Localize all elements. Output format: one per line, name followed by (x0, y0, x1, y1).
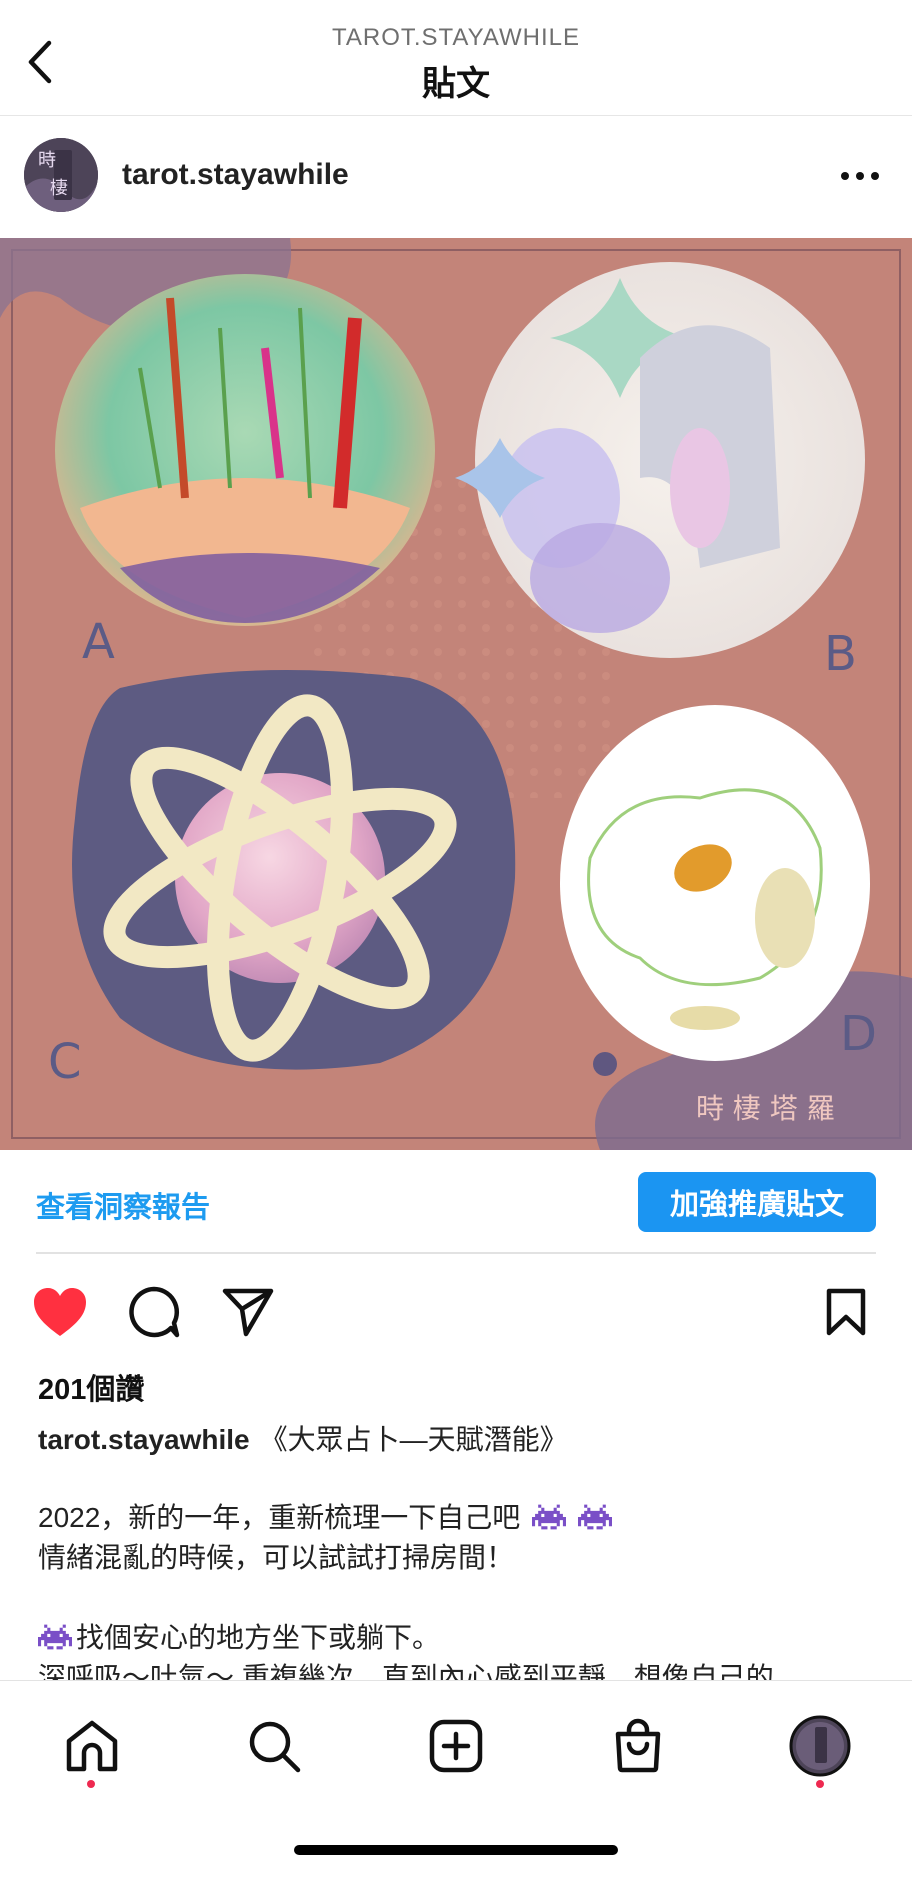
caption-line-3: 找個安心的地方坐下或躺下。 (76, 1622, 441, 1653)
search-icon (249, 1721, 301, 1773)
comment-icon (129, 1286, 180, 1338)
card-d-illustration (560, 705, 870, 1061)
like-button[interactable] (30, 1282, 90, 1342)
card-label-c: C (48, 1034, 82, 1090)
home-icon (66, 1720, 118, 1772)
share-button[interactable] (218, 1282, 278, 1342)
nav-shop[interactable] (598, 1706, 678, 1786)
caption-line-4: 深呼吸～吐氣～ 重複幾次，直到內心感到平靜，想像自己的 (38, 1662, 774, 1680)
more-options-button[interactable] (836, 160, 884, 192)
card-label-b: B (824, 626, 857, 682)
paper-plane-icon (222, 1288, 274, 1337)
bookmark-icon (826, 1288, 866, 1336)
page-title: 貼文 (422, 65, 490, 103)
caption-title: 《大眾占卜—天賦潛能》 (259, 1424, 568, 1455)
caption-username[interactable]: tarot.stayawhile (38, 1424, 250, 1455)
view-insights-link[interactable]: 查看洞察報告 (36, 1184, 210, 1226)
likes-count[interactable]: 201個讚 (38, 1366, 144, 1408)
post-image[interactable]: A B C D 時 棲 塔 羅 (0, 238, 912, 1150)
nav-search[interactable] (234, 1706, 314, 1786)
avatar-image: 時 棲 (24, 138, 98, 212)
svg-text:棲: 棲 (50, 178, 68, 199)
watermark-text: 時 棲 塔 羅 (696, 1092, 835, 1125)
card-c-illustration (72, 670, 516, 1070)
create-icon (429, 1719, 483, 1773)
promote-post-button[interactable]: 加強推廣貼文 (638, 1172, 876, 1232)
svg-text:時: 時 (38, 150, 56, 171)
home-indicator (294, 1845, 618, 1855)
caption-line: 找個安心的地方坐下或躺下。 (38, 1616, 440, 1656)
tarot-spread-illustration: A B C D 時 棲 塔 羅 (0, 238, 912, 1150)
save-button[interactable] (816, 1282, 876, 1342)
profile-avatar (789, 1715, 851, 1777)
nav-home[interactable] (52, 1706, 132, 1786)
nav-create[interactable] (416, 1706, 496, 1786)
card-label-d: D (840, 1006, 877, 1062)
caption-line: 2022，新的一年，重新梳理一下自己吧 (38, 1496, 612, 1536)
space-invader-icon (38, 1624, 72, 1650)
heart-icon (34, 1288, 86, 1336)
author-username[interactable]: tarot.stayawhile (122, 158, 349, 192)
card-a-illustration (55, 274, 435, 626)
comment-button[interactable] (124, 1282, 184, 1342)
caption-header: tarot.stayawhile 《大眾占卜—天賦潛能》 (38, 1418, 568, 1458)
header-username: TAROT.STAYAWHILE (331, 24, 581, 51)
space-invader-icon (577, 1504, 612, 1530)
author-avatar[interactable]: 時 棲 (24, 138, 98, 212)
caption-line-2: 情緒混亂的時候，可以試試打掃房間！ (38, 1542, 515, 1573)
ellipsis-icon (841, 172, 879, 180)
nav-profile[interactable] (780, 1706, 860, 1786)
caption-line-1: 2022，新的一年，重新梳理一下自己吧 (38, 1502, 521, 1533)
top-header: TAROT.STAYAWHILE 貼文 (0, 0, 912, 116)
shop-icon (615, 1718, 661, 1773)
notification-dot (87, 1780, 95, 1788)
card-label-a: A (82, 614, 115, 670)
space-invader-icon (532, 1504, 567, 1530)
notification-dot (816, 1780, 824, 1788)
divider (36, 1252, 876, 1254)
